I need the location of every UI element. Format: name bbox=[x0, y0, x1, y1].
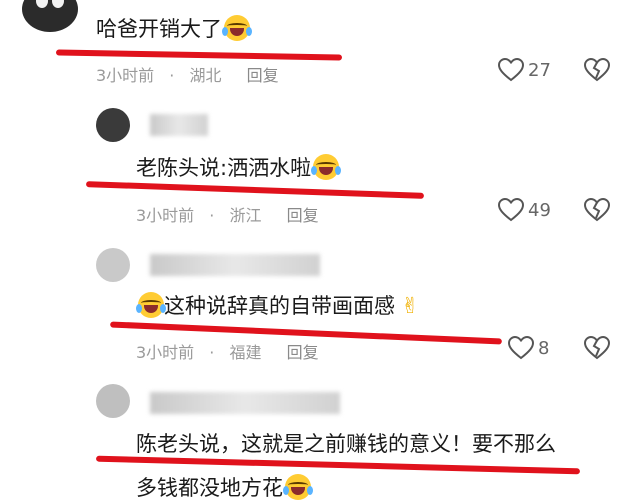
comment-meta: 3小时前 · 福建 回复 bbox=[136, 339, 329, 363]
comment-text-line2: 多钱都没地方花 bbox=[136, 472, 313, 502]
broken-heart-icon bbox=[584, 198, 610, 222]
comment-meta: 3小时前 · 湖北 回复 bbox=[96, 62, 289, 86]
like-count: 49 bbox=[528, 199, 551, 221]
like-count: 27 bbox=[528, 59, 551, 81]
avatar[interactable] bbox=[96, 384, 130, 418]
red-underline bbox=[55, 49, 343, 61]
location: 浙江 bbox=[229, 206, 262, 225]
broken-heart-icon bbox=[584, 336, 610, 360]
dislike-button[interactable] bbox=[584, 58, 610, 82]
reply-button[interactable]: 回复 bbox=[247, 66, 279, 85]
heart-outline-icon bbox=[498, 198, 524, 222]
comment-text-line1: 陈老头说，这就是之前赚钱的意义！要不那么 bbox=[136, 432, 556, 456]
avatar[interactable] bbox=[96, 248, 130, 282]
crying-laughing-emoji-icon bbox=[283, 474, 313, 500]
crying-laughing-emoji-icon bbox=[311, 154, 342, 180]
reply-button[interactable]: 回复 bbox=[287, 343, 319, 362]
blurred-username bbox=[150, 254, 320, 276]
like-button[interactable]: 27 bbox=[498, 58, 551, 82]
like-button[interactable]: 49 bbox=[498, 198, 551, 222]
like-count: 8 bbox=[538, 337, 550, 359]
blurred-username bbox=[150, 392, 340, 414]
comment-meta: 3小时前 · 浙江 回复 bbox=[136, 202, 329, 226]
finger-heart-emoji-icon: ✌ bbox=[401, 294, 420, 319]
heart-outline-icon bbox=[508, 336, 534, 360]
reply-button[interactable]: 回复 bbox=[287, 206, 319, 225]
dislike-button[interactable] bbox=[584, 336, 610, 360]
comment-text: 老陈头说:洒洒水啦 bbox=[136, 152, 342, 182]
broken-heart-icon bbox=[584, 58, 610, 82]
crying-laughing-emoji-icon bbox=[136, 292, 166, 318]
red-underline bbox=[85, 181, 425, 199]
timestamp: 3小时前 bbox=[136, 343, 195, 362]
timestamp: 3小时前 bbox=[136, 206, 195, 225]
location: 湖北 bbox=[189, 66, 222, 85]
blurred-username bbox=[150, 114, 208, 136]
comment-text: 哈爸开销大了 bbox=[96, 13, 252, 43]
dislike-button[interactable] bbox=[584, 198, 610, 222]
comment-text: 这种说辞真的自带画面感 ✌ bbox=[136, 290, 419, 320]
avatar[interactable] bbox=[96, 108, 130, 142]
like-button[interactable]: 8 bbox=[508, 336, 549, 360]
crying-laughing-emoji-icon bbox=[222, 15, 252, 41]
heart-outline-icon bbox=[498, 58, 524, 82]
dot-separator: · bbox=[209, 206, 215, 225]
timestamp: 3小时前 bbox=[96, 66, 155, 85]
dot-separator: · bbox=[209, 343, 215, 362]
avatar[interactable] bbox=[22, 0, 78, 32]
dot-separator: · bbox=[169, 66, 175, 85]
location: 福建 bbox=[229, 343, 262, 362]
